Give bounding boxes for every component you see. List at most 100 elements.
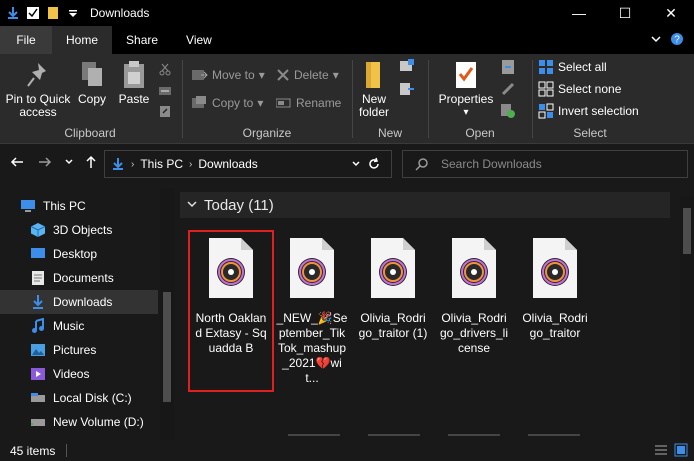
ribbon-separator [182,60,183,138]
properties-label: Properties [438,92,494,106]
file-item[interactable]: Olivia_Rodrigo_traitor (1) [354,236,432,341]
nav-item-documents[interactable]: Documents [0,266,158,290]
nav-item-local-disk-c[interactable]: Local Disk (C:) [0,386,158,410]
next-row-item [528,434,580,436]
minimize-button[interactable]: — [556,0,602,26]
collapse-chevron-icon[interactable] [186,198,198,213]
navigation-scrollbar-thumb[interactable] [163,292,171,402]
nav-item-music[interactable]: Music [0,314,158,338]
up-arrow-icon[interactable] [84,155,98,172]
nav-item-label: New Volume (D:) [53,415,144,429]
copy-label: Copy [77,92,106,106]
navigation-scrollbar[interactable] [160,188,174,440]
new-folder-small-icon[interactable] [46,6,60,20]
refresh-icon[interactable] [367,157,381,171]
tab-home[interactable]: Home [52,26,113,54]
recent-locations-chevron-icon[interactable] [64,155,74,172]
copy-button[interactable]: Copy [74,60,110,106]
file-item[interactable]: Olivia_Rodrigo_traitor [516,236,594,341]
ribbon-separator [352,60,353,138]
next-row-item [288,434,340,436]
download-icon [30,294,46,310]
quick-access-down-arrow-icon[interactable] [6,6,20,20]
rename-button[interactable]: Rename [276,94,341,112]
nav-item-3d-objects[interactable]: 3D Objects [0,218,158,242]
breadcrumb-separator-icon[interactable]: › [131,159,134,170]
nav-item-new-volume-d[interactable]: New Volume (D:) [0,410,158,434]
file-item[interactable]: North Oakland Extasy - Squadda B [192,236,270,356]
downloads-location-icon [111,157,125,171]
ribbon-options: ? [650,26,694,54]
status-divider [66,444,67,457]
properties-checkmark-icon[interactable] [26,6,40,20]
open-group: Properties ▾ Open [430,54,530,144]
select-all-icon [539,60,553,74]
nav-item-videos[interactable]: Videos [0,362,158,386]
customize-dropdown-icon[interactable] [66,6,80,20]
select-group-label: Select [573,126,607,140]
paste-button[interactable]: Paste [114,60,154,106]
nav-item-label: Music [53,319,85,333]
clipboard-group: Pin to Quick access Copy Paste Clipboard [0,54,180,144]
move-to-button[interactable]: Move to ▾ [192,66,265,84]
easy-access-icon[interactable] [398,80,416,98]
file-item[interactable]: _NEW_🎉September_TikTok_mashup_2021💔wit..… [273,236,351,386]
breadcrumb-separator-icon[interactable]: › [189,159,192,170]
invert-selection-button[interactable]: Invert selection [538,102,639,120]
nav-item-desktop[interactable]: Desktop [0,242,158,266]
ribbon: Pin to Quick access Copy Paste Clipboard… [0,54,694,144]
new-folder-label-line2: folder [358,105,390,119]
folder-icon [366,62,380,88]
pin-to-quick-access-button[interactable]: Pin to Quick access [4,60,72,119]
nav-item-label: Local Disk (C:) [53,391,132,405]
nav-item-downloads[interactable]: Downloads [0,290,158,314]
pictures-icon [30,342,46,358]
content-scrollbar[interactable] [680,196,694,440]
expand-ribbon-chevron-icon[interactable] [650,33,662,48]
copy-to-button[interactable]: Copy to ▾ [192,94,263,112]
breadcrumb-this-pc[interactable]: This PC [140,157,183,171]
tab-file[interactable]: File [0,26,52,54]
file-item[interactable]: Olivia_Rodrigo_drivers_license [435,236,513,356]
nav-item-this-pc[interactable]: This PC [0,194,158,218]
address-history-chevron-icon[interactable] [351,159,361,169]
cut-scissors-icon[interactable] [158,60,172,78]
address-bar[interactable]: › This PC › Downloads [104,150,392,178]
search-box[interactable]: Search Downloads [402,150,688,178]
nav-item-pictures[interactable]: Pictures [0,338,158,362]
cube-icon [30,222,46,238]
new-group-label: New [377,126,402,140]
new-folder-button[interactable]: New folder [356,60,392,119]
copy-path-icon[interactable] [158,82,172,100]
help-icon[interactable]: ? [670,32,684,49]
file-list: Today (11) North Oakland Extasy - Squadd… [176,186,694,440]
new-item-icon[interactable] [398,58,416,76]
close-button[interactable]: ✕ [648,0,694,26]
invert-selection-icon [538,103,554,119]
large-icons-view-icon[interactable] [674,443,688,460]
group-title: Today (11) [204,196,274,214]
audio-file-icon [531,236,579,303]
back-arrow-icon[interactable] [10,155,24,172]
open-file-icon[interactable] [500,58,516,76]
group-header-today[interactable]: Today (11) [180,192,670,218]
forward-arrow-icon[interactable] [38,155,52,172]
copy-to-label: Copy to [212,96,254,110]
rename-label: Rename [296,96,342,110]
svg-text:?: ? [674,34,680,45]
properties-button[interactable]: Properties ▾ [436,60,496,119]
delete-button[interactable]: Delete ▾ [276,66,339,84]
nav-item-label: Documents [53,271,114,285]
select-all-button[interactable]: Select all [538,58,607,76]
content-scrollbar-thumb[interactable] [683,208,691,254]
edit-pencil-icon[interactable] [500,80,516,98]
history-clock-icon[interactable] [500,102,516,120]
maximize-button[interactable]: ☐ [602,0,648,26]
paste-shortcut-icon[interactable] [158,102,172,120]
select-none-button[interactable]: Select none [538,80,621,98]
nav-item-label: Downloads [53,295,113,309]
breadcrumb-downloads[interactable]: Downloads [198,157,257,171]
details-view-icon[interactable] [654,443,668,460]
tab-view[interactable]: View [172,26,226,54]
tab-share[interactable]: Share [112,26,172,54]
